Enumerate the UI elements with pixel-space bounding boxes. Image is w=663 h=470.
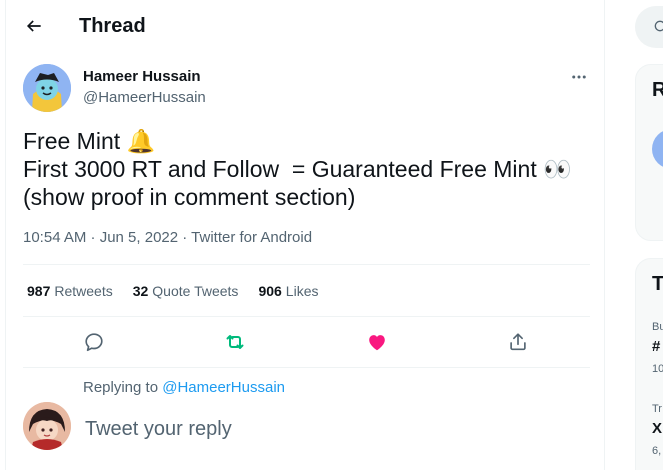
- replying-to-prefix: Replying to: [83, 379, 159, 396]
- tweet-line: Free Mint 🔔: [23, 128, 156, 154]
- reply-input[interactable]: Tweet your reply: [85, 418, 232, 441]
- likes-count: 906: [258, 283, 282, 299]
- relevant-people-card: R: [635, 64, 663, 241]
- main-column: Thread Hameer Hussain @HameerHussain Fre…: [5, 0, 605, 470]
- tweet-timestamp[interactable]: 10:54 AM · Jun 5, 2022 · Twitter for And…: [23, 229, 312, 246]
- search-input[interactable]: [635, 6, 663, 48]
- tweet-line: First 3000 RT and Follow = Guaranteed Fr…: [23, 156, 572, 182]
- retweet-icon: [226, 335, 244, 349]
- trend-count: 6,: [652, 445, 662, 457]
- author-handle[interactable]: @HameerHussain: [83, 89, 206, 106]
- share-button[interactable]: [505, 329, 531, 355]
- retweets-count: 987: [27, 283, 51, 299]
- retweet-button[interactable]: [222, 329, 248, 355]
- trend-topic[interactable]: #: [652, 338, 660, 355]
- tweet-text: Free Mint 🔔 First 3000 RT and Follow = G…: [23, 127, 593, 211]
- quotes-count: 32: [132, 283, 149, 299]
- back-button[interactable]: [20, 12, 48, 40]
- author-name[interactable]: Hameer Hussain: [83, 68, 201, 85]
- trends-card: T Bu # 10 Tr X 6,: [635, 258, 663, 470]
- quotes-label: Quote Tweets: [152, 283, 239, 299]
- trend-count: 10: [652, 363, 663, 375]
- header: Thread: [6, 0, 606, 52]
- relevant-person-avatar[interactable]: [652, 129, 663, 169]
- tweet-line: (show proof in comment section): [23, 184, 356, 210]
- heart-icon: [369, 335, 385, 351]
- share-icon: [510, 333, 526, 351]
- divider: [23, 316, 590, 317]
- card-heading: T: [652, 273, 663, 295]
- search-icon: [654, 20, 663, 32]
- quotes-stat[interactable]: 32 Quote Tweets: [133, 283, 239, 299]
- arrow-left-icon: [26, 20, 41, 32]
- page-title: Thread: [79, 15, 146, 37]
- like-button[interactable]: [364, 329, 390, 355]
- cat-avatar-icon: [23, 64, 71, 112]
- retweets-stat[interactable]: 987 Retweets: [27, 283, 113, 299]
- trend-topic[interactable]: X: [652, 420, 662, 437]
- tweet-stats: 987 Retweets 32 Quote Tweets 906 Likes: [27, 283, 338, 299]
- trend-context: Bu: [652, 321, 663, 333]
- divider: [23, 264, 590, 265]
- replying-to-handle[interactable]: @HameerHussain: [162, 379, 285, 396]
- retweets-label: Retweets: [54, 283, 113, 299]
- replying-to: Replying to @HameerHussain: [83, 379, 285, 396]
- author-avatar[interactable]: [23, 64, 71, 112]
- more-options-button[interactable]: [568, 66, 590, 88]
- trend-context: Tr: [652, 403, 662, 415]
- more-icon: [572, 75, 586, 79]
- card-heading: R: [652, 79, 663, 101]
- likes-label: Likes: [285, 283, 319, 299]
- divider: [23, 367, 590, 368]
- likes-stat[interactable]: 906 Likes: [258, 283, 318, 299]
- user-avatar[interactable]: [23, 402, 71, 450]
- reply-button[interactable]: [81, 329, 107, 355]
- reply-icon: [85, 333, 103, 352]
- anime-avatar-icon: [23, 402, 71, 450]
